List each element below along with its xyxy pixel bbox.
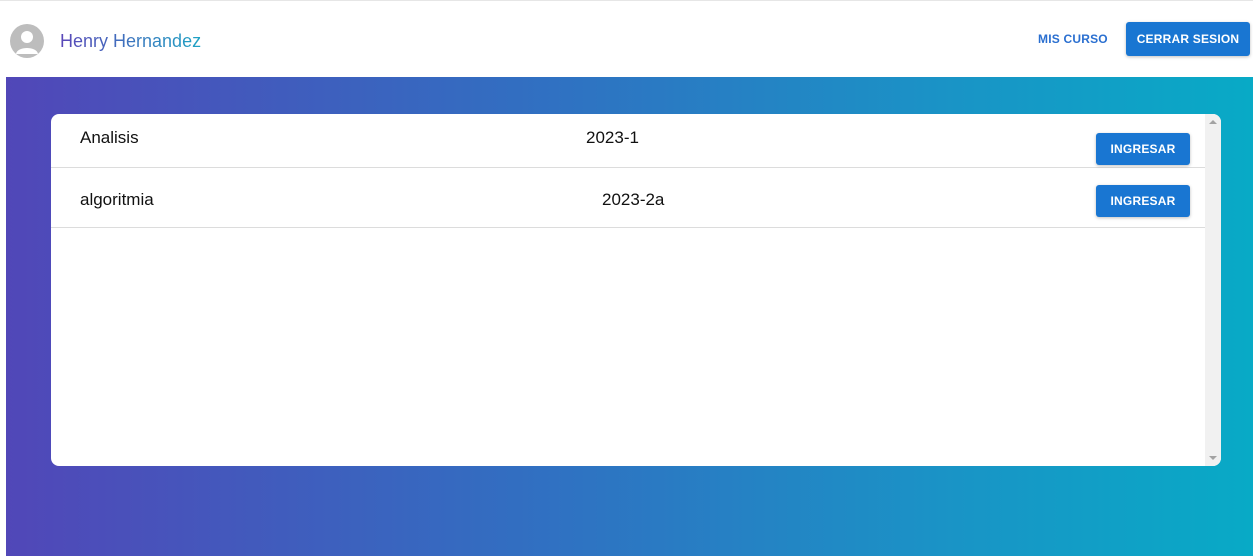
person-icon	[10, 24, 44, 58]
courses-card: Analisis 2023-1 INGRESAR algoritmia 2023…	[51, 114, 1221, 466]
course-name: algoritmia	[80, 190, 154, 209]
logout-button[interactable]: CERRAR SESION	[1126, 22, 1250, 56]
my-courses-link[interactable]: MIS CURSO	[1038, 31, 1108, 47]
scroll-up-arrow-icon[interactable]	[1209, 120, 1217, 124]
course-list: Analisis 2023-1 INGRESAR algoritmia 2023…	[51, 114, 1205, 466]
course-row-analisis: Analisis 2023-1 INGRESAR	[51, 114, 1205, 168]
enter-course-button[interactable]: INGRESAR	[1096, 133, 1190, 165]
vertical-scrollbar[interactable]	[1205, 114, 1221, 466]
user-name: Henry Hernandez	[60, 31, 202, 51]
course-period: 2023-1	[586, 128, 639, 147]
scroll-down-arrow-icon[interactable]	[1209, 456, 1217, 460]
enter-course-button[interactable]: INGRESAR	[1096, 185, 1190, 217]
course-row-algoritmia: algoritmia 2023-2a INGRESAR	[51, 174, 1205, 228]
course-period: 2023-2a	[602, 190, 665, 209]
top-bar: Henry Hernandez MIS CURSO CERRAR SESION	[0, 0, 1253, 77]
course-name: Analisis	[80, 128, 139, 147]
